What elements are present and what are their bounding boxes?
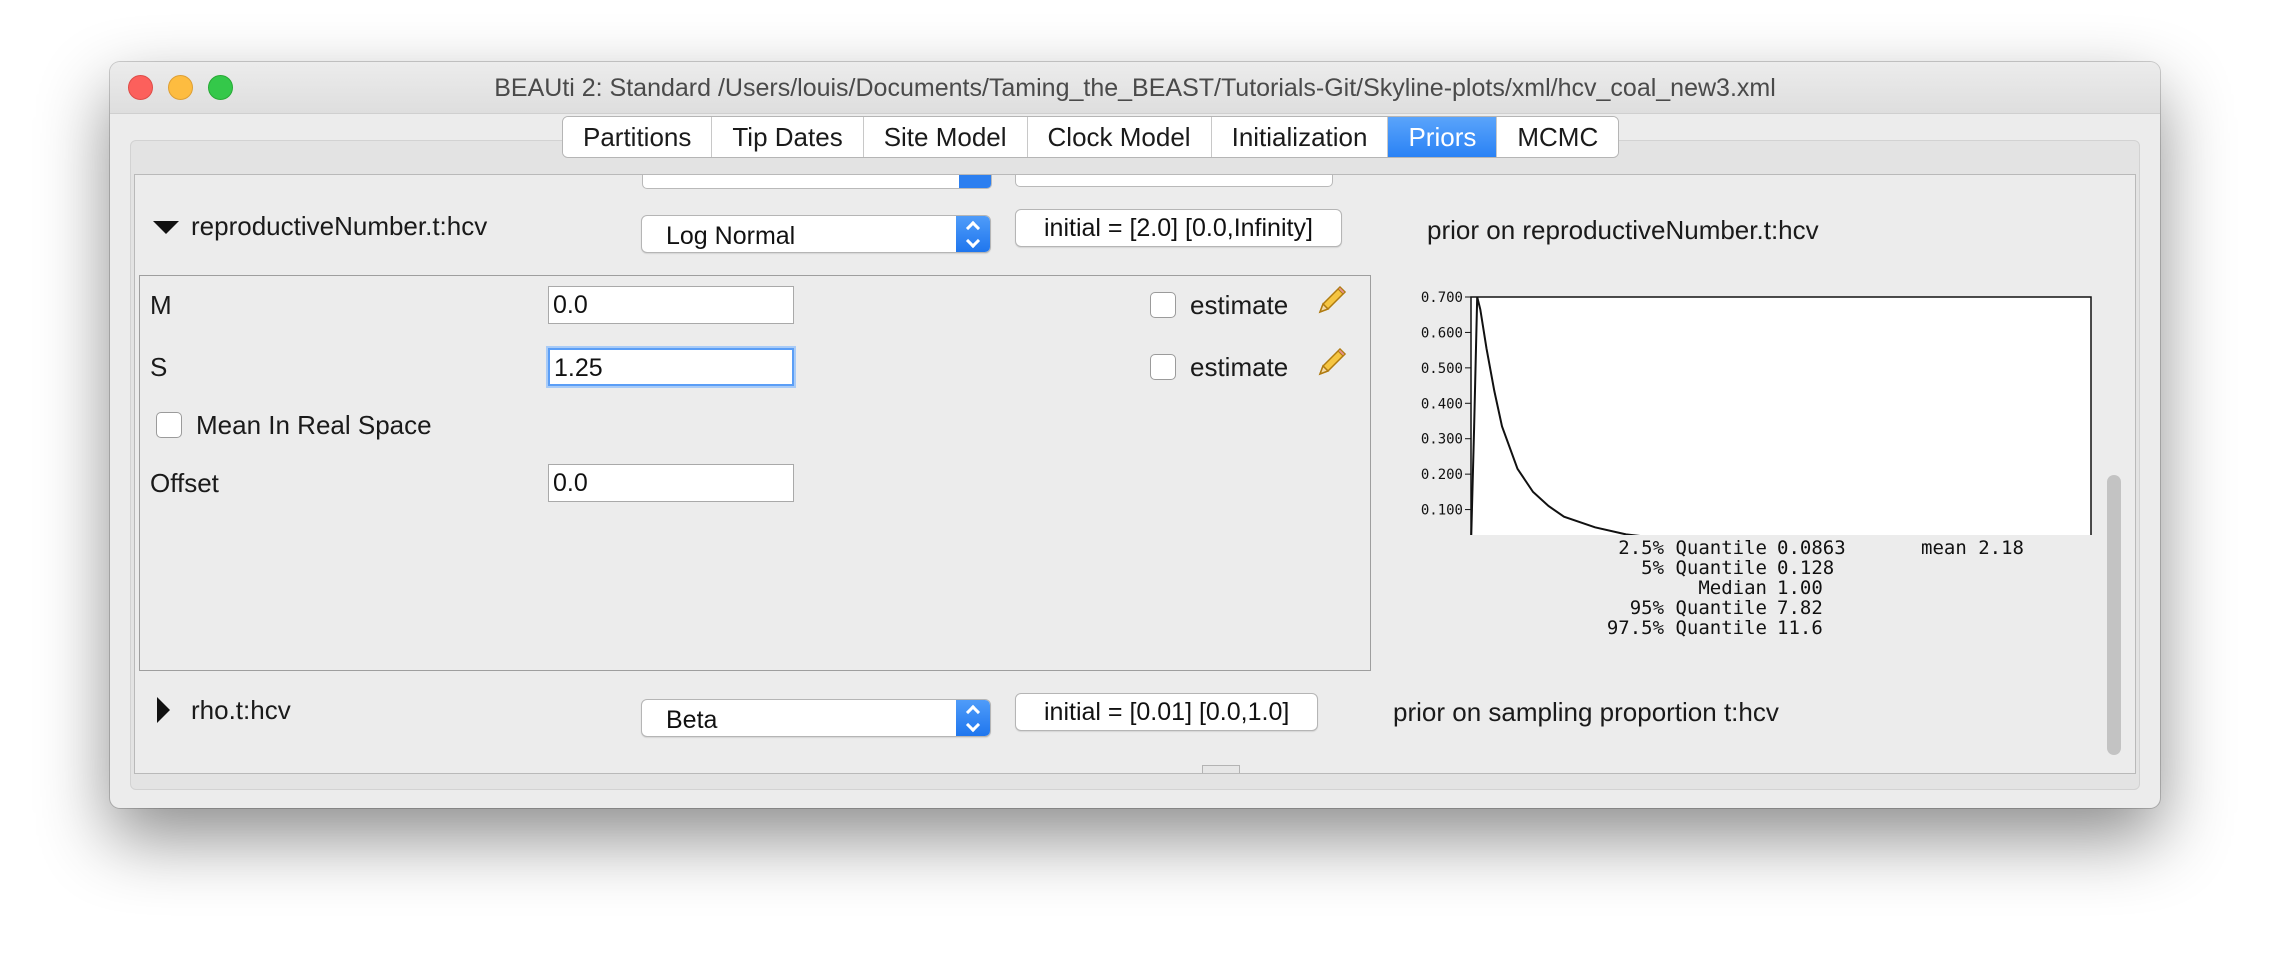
stat-value-q05: 0.128 [1777, 557, 1835, 579]
y-tick-label: 0.600 [1421, 325, 1463, 341]
stat-label-q95: 95% Quantile [1629, 597, 1767, 619]
prior-name-rho: rho.t:hcv [191, 695, 291, 725]
partial-select-arrows [959, 175, 991, 188]
tab-mcmc[interactable]: MCMC [1497, 117, 1619, 157]
stat-label-q025: 2.5% Quantile [1618, 537, 1767, 559]
stat-value-q975: 11.6 [1777, 617, 1823, 639]
title-bar: BEAUti 2: Standard /Users/louis/Document… [110, 62, 2160, 114]
tab-partitions[interactable]: Partitions [563, 117, 713, 157]
edit-pencil-icon[interactable] [1314, 284, 1348, 318]
distribution-select-reproductive[interactable]: Log Normal [641, 215, 991, 253]
expand-triangle-icon[interactable] [157, 697, 170, 723]
density-chart-svg: 0.000.1000.2000.3000.4000.5000.6000.7000… [1421, 290, 2092, 535]
y-tick-label: 0.300 [1421, 432, 1463, 448]
initial-button-reproductive[interactable]: initial = [2.0] [0.0,Infinity] [1015, 209, 1342, 247]
vertical-scrollbar[interactable] [2107, 175, 2131, 773]
select-value: Beta [666, 706, 718, 734]
tab-initialization[interactable]: Initialization [1211, 117, 1389, 157]
prior-distribution-select-partial[interactable]: Gamma [642, 175, 992, 189]
distribution-select-rho[interactable]: Beta [641, 699, 991, 737]
mean-in-real-space-label: Mean In Real Space [196, 410, 432, 440]
partial-select-text: Gamma [663, 175, 748, 182]
scrollbar-thumb[interactable] [2107, 475, 2121, 755]
y-tick-label: 0.400 [1421, 396, 1463, 412]
prior-density-plot: 0.000.1000.2000.3000.4000.5000.6000.7000… [1401, 275, 2131, 665]
priors-scroll-panel[interactable]: Gamma reproductiveNumber.t:hcv Log Norma… [134, 174, 2136, 774]
select-value: Log Normal [666, 222, 796, 250]
initial-button-partial[interactable] [1015, 175, 1333, 187]
tab-site-model[interactable]: Site Model [863, 117, 1028, 157]
param-input-s[interactable]: 1.25 [548, 348, 794, 386]
y-tick-label: 0.200 [1421, 467, 1463, 483]
stat-value-q95: 7.82 [1777, 597, 1823, 619]
estimate-label-m: estimate [1190, 290, 1289, 320]
stat-value-median: 1.00 [1777, 577, 1823, 599]
distribution-parameters-panel: M 0.0 estimate S 1.25 estimate Mean In R… [139, 275, 1371, 671]
estimate-checkbox-s[interactable] [1150, 354, 1176, 380]
stat-mean: mean 2.18 [1921, 537, 2024, 559]
y-tick-label: 0.500 [1421, 361, 1463, 377]
tab-tip-dates[interactable]: Tip Dates [712, 117, 864, 157]
param-label-s: S [150, 352, 168, 382]
y-tick-label: 0.100 [1421, 503, 1463, 519]
param-label-m: M [150, 290, 172, 320]
splitter-handle[interactable] [1202, 765, 1240, 773]
estimate-checkbox-m[interactable] [1150, 292, 1176, 318]
param-input-offset[interactable]: 0.0 [548, 464, 794, 502]
tab-clock-model[interactable]: Clock Model [1027, 117, 1212, 157]
plot-frame [1470, 296, 2092, 535]
stat-label-q975: 97.5% Quantile [1606, 617, 1767, 639]
mean-in-real-space-checkbox[interactable] [156, 412, 182, 438]
prior-description-reproductive: prior on reproductiveNumber.t:hcv [1427, 215, 1819, 245]
tab-priors[interactable]: Priors [1388, 117, 1498, 157]
prior-description-rho: prior on sampling proportion t:hcv [1393, 697, 1779, 727]
param-input-m[interactable]: 0.0 [548, 286, 794, 324]
initial-button-rho[interactable]: initial = [0.01] [0.0,1.0] [1015, 693, 1319, 731]
select-arrows-icon [956, 700, 990, 736]
collapse-triangle-icon[interactable] [153, 221, 179, 234]
tab-bar: Partitions Tip Dates Site Model Clock Mo… [562, 116, 1620, 158]
select-arrows-icon [956, 216, 990, 252]
prior-name-reproductive: reproductiveNumber.t:hcv [191, 211, 488, 241]
stat-label-median: Median [1698, 577, 1767, 599]
param-label-offset: Offset [150, 468, 219, 498]
y-tick-label: 0.700 [1421, 290, 1463, 306]
beauti-window: BEAUti 2: Standard /Users/louis/Document… [110, 62, 2160, 808]
edit-pencil-icon[interactable] [1314, 346, 1348, 380]
stat-value-q025: 0.0863 [1777, 537, 1846, 559]
window-title: BEAUti 2: Standard /Users/louis/Document… [494, 74, 1776, 102]
stat-label-q05: 5% Quantile [1641, 557, 1767, 579]
estimate-label-s: estimate [1190, 352, 1289, 382]
